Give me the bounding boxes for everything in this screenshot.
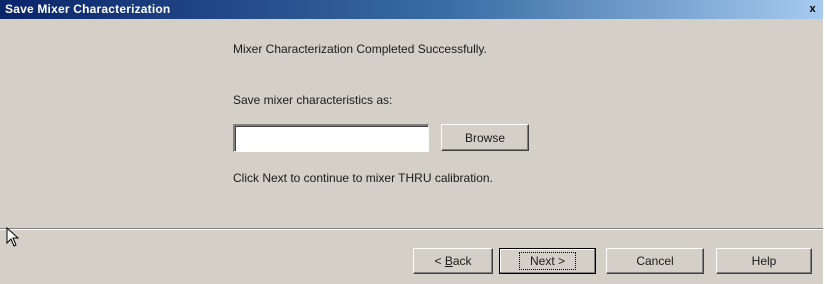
separator: [0, 228, 823, 230]
cancel-button[interactable]: Cancel: [606, 248, 704, 274]
back-button[interactable]: < Back: [413, 248, 493, 274]
browse-button-label: Browse: [464, 130, 505, 145]
dialog-title: Save Mixer Characterization: [5, 2, 171, 16]
close-icon[interactable]: x: [806, 3, 819, 16]
mouse-pointer-icon: [6, 227, 20, 247]
next-button[interactable]: Next >: [499, 248, 596, 274]
completed-message: Mixer Characterization Completed Success…: [233, 42, 487, 56]
file-path-input[interactable]: [233, 124, 429, 152]
help-button-label: Help: [751, 254, 777, 268]
next-button-label: Next >: [518, 252, 576, 270]
help-button[interactable]: Help: [716, 248, 812, 274]
cancel-button-label: Cancel: [636, 254, 674, 268]
next-instruction: Click Next to continue to mixer THRU cal…: [233, 171, 493, 185]
save-as-label: Save mixer characteristics as:: [233, 93, 393, 107]
save-mixer-characterization-dialog: Save Mixer Characterization x Mixer Char…: [0, 0, 825, 284]
back-button-label: < Back: [434, 254, 472, 268]
browse-button[interactable]: Browse: [441, 124, 529, 151]
title-bar[interactable]: Save Mixer Characterization x: [0, 0, 823, 19]
